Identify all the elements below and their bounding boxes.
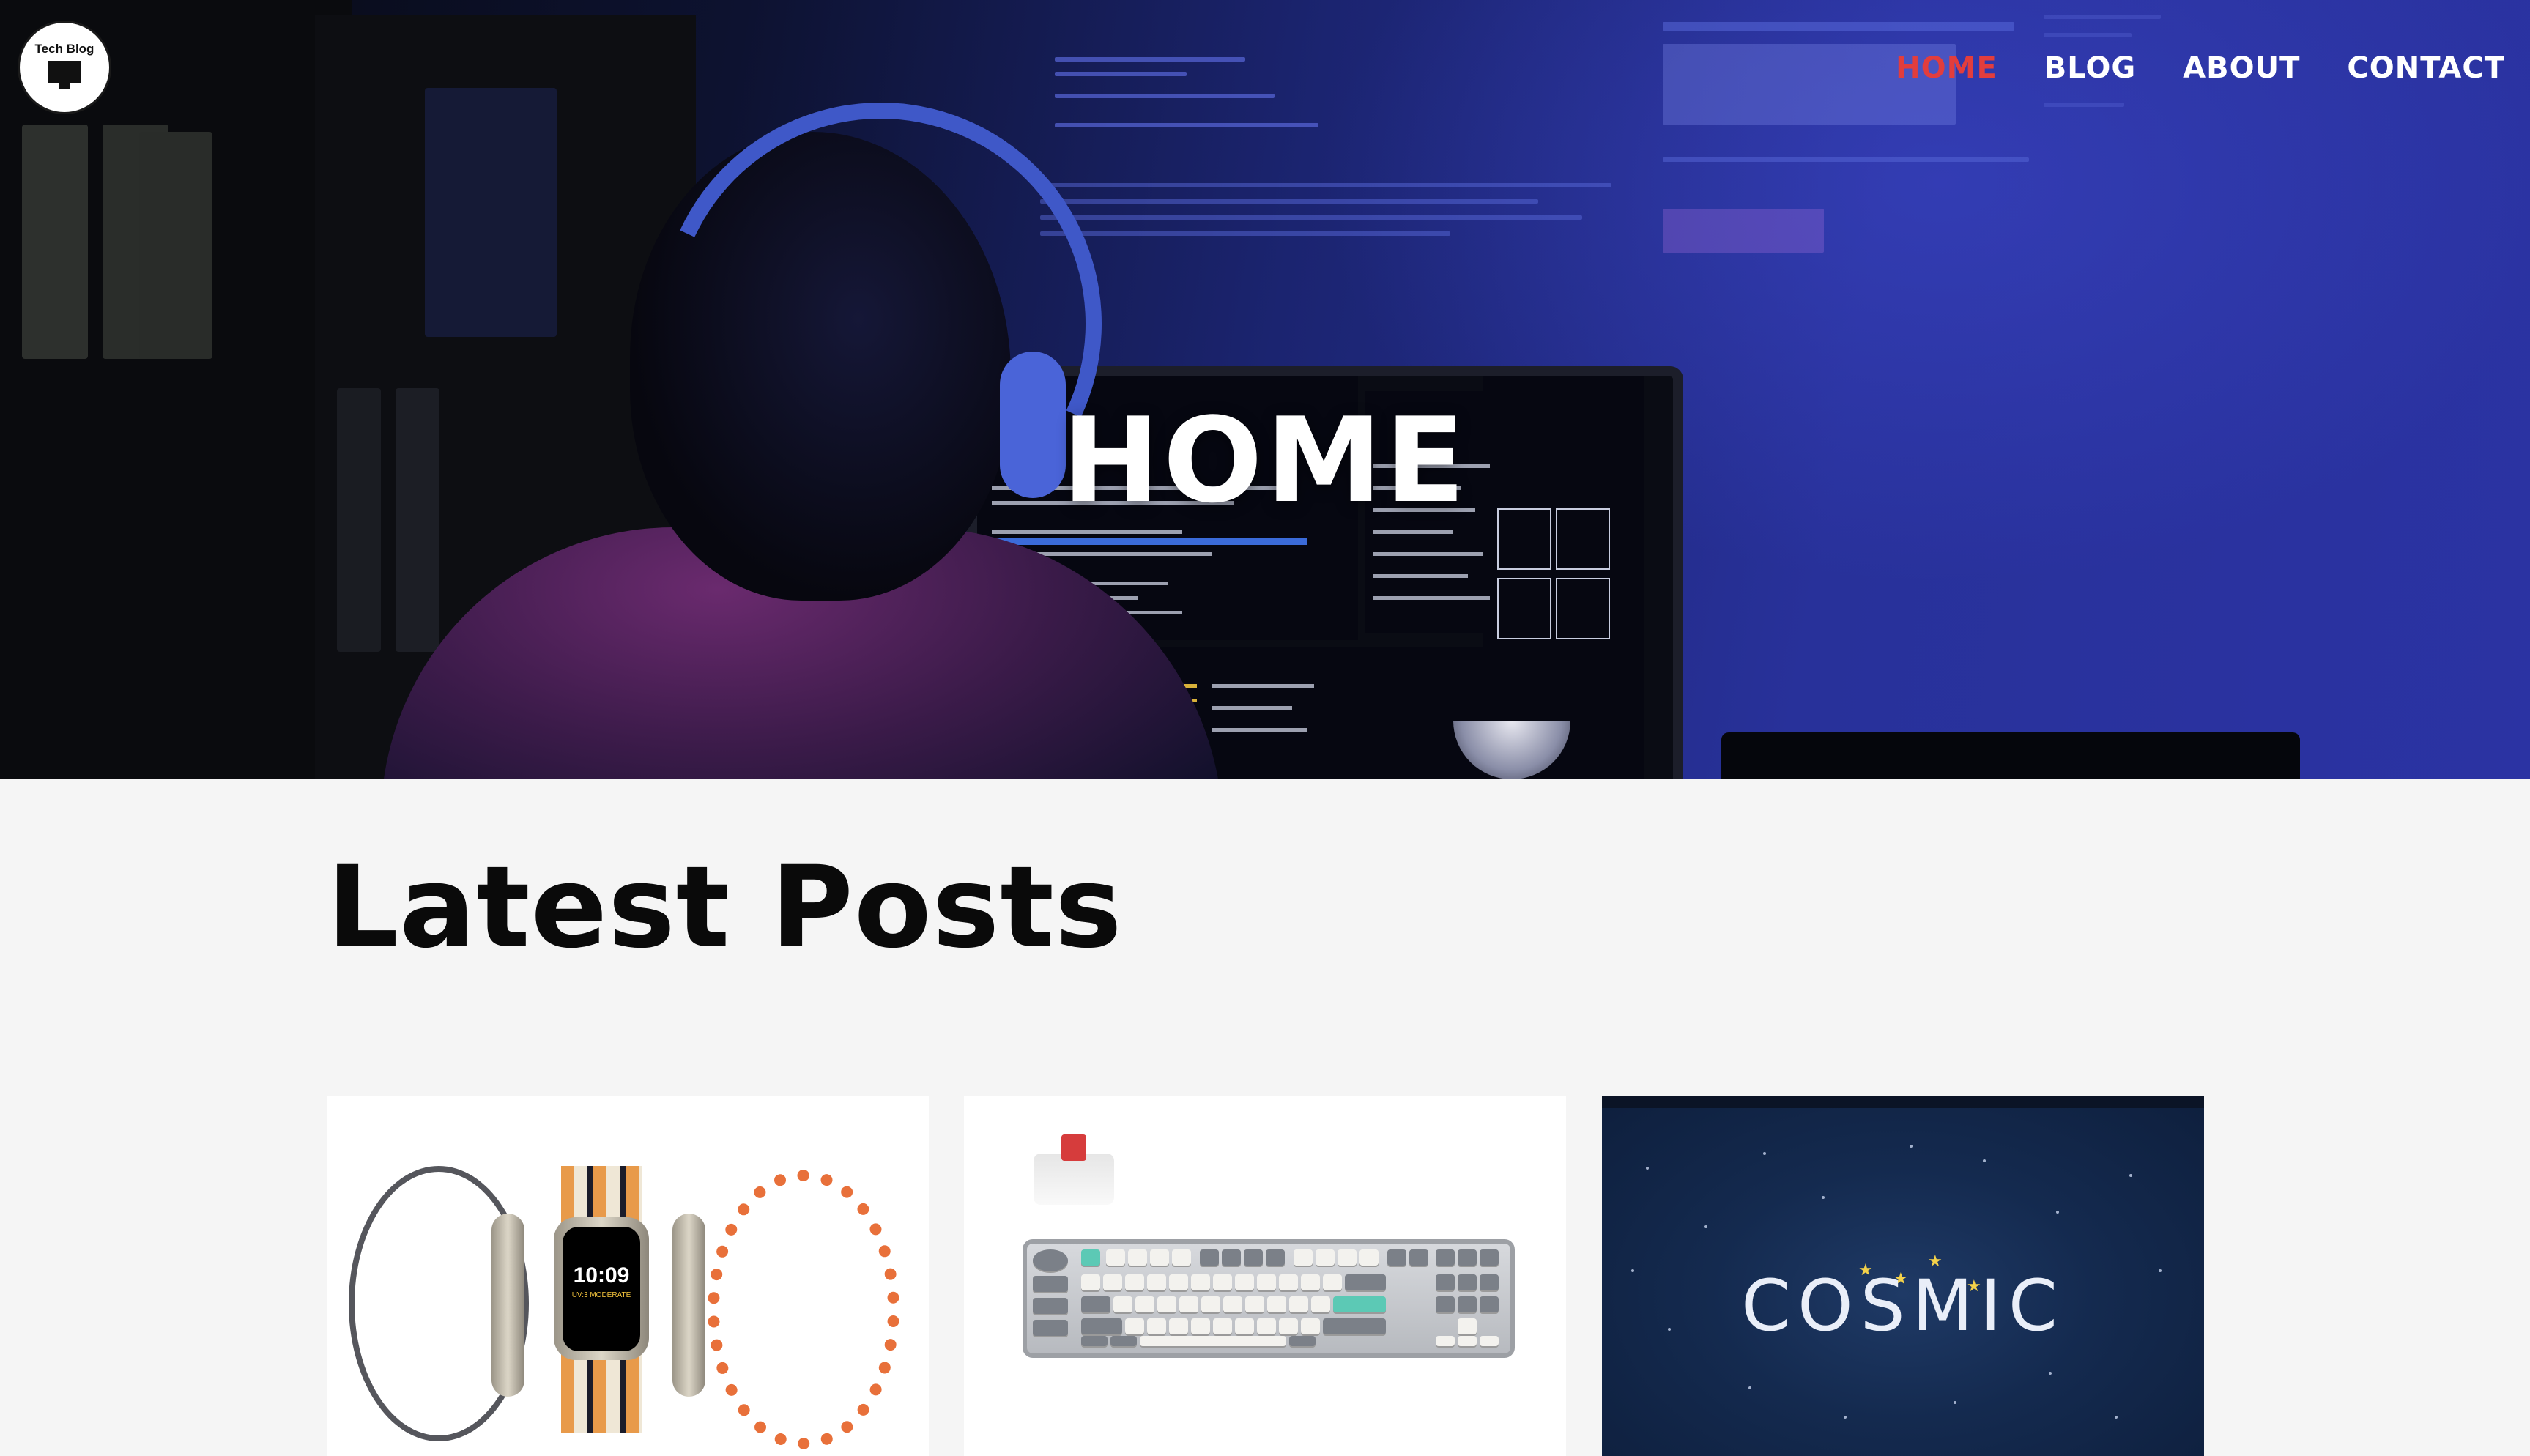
hero-binder [22,125,88,359]
hero-binder [139,132,212,359]
watch-time: 10:09 [573,1263,630,1288]
nav-item-home[interactable]: HOME [1896,51,1997,85]
post-card-watch[interactable]: 10:09 UV:3 MODERATE [327,1096,929,1456]
section-title: Latest Posts [327,842,1123,973]
watch-screen: 10:09 UV:3 MODERATE [563,1227,640,1351]
cosmic-wordmark: COSMIC [1741,1265,2065,1347]
post-card-cosmic[interactable]: ★ ★ ★ ★ COSMIC [1602,1096,2204,1456]
post-card-keyboard[interactable] [964,1096,1566,1456]
nav-item-contact[interactable]: CONTACT [2347,51,2505,85]
nav-item-about[interactable]: ABOUT [2183,51,2300,85]
hero-binder [425,88,557,337]
smartwatch-image: 10:09 UV:3 MODERATE [327,1096,929,1456]
main-nav: HOME BLOG ABOUT CONTACT [1896,51,2505,85]
hero-title: HOME [1061,392,1469,529]
monitor-icon [48,61,81,89]
site-logo[interactable]: Tech Blog [18,21,111,114]
logo-text: Tech Blog [34,42,94,56]
watch-band-ocean [708,1170,899,1449]
watch-band-trail-bottom [561,1353,642,1433]
watch-uv-label: UV:3 MODERATE [571,1291,631,1299]
keyboard-image [1023,1239,1515,1358]
hero-banner: HOME [0,0,2530,779]
watch-case-side [491,1214,524,1397]
hero-shelf [0,0,352,779]
keyboard-switch-image [1034,1134,1114,1205]
hero-laptop [1721,732,2300,779]
nav-item-blog[interactable]: BLOG [2044,51,2136,85]
cosmic-topbar [1602,1096,2204,1108]
watch-case-side-2 [672,1214,705,1397]
